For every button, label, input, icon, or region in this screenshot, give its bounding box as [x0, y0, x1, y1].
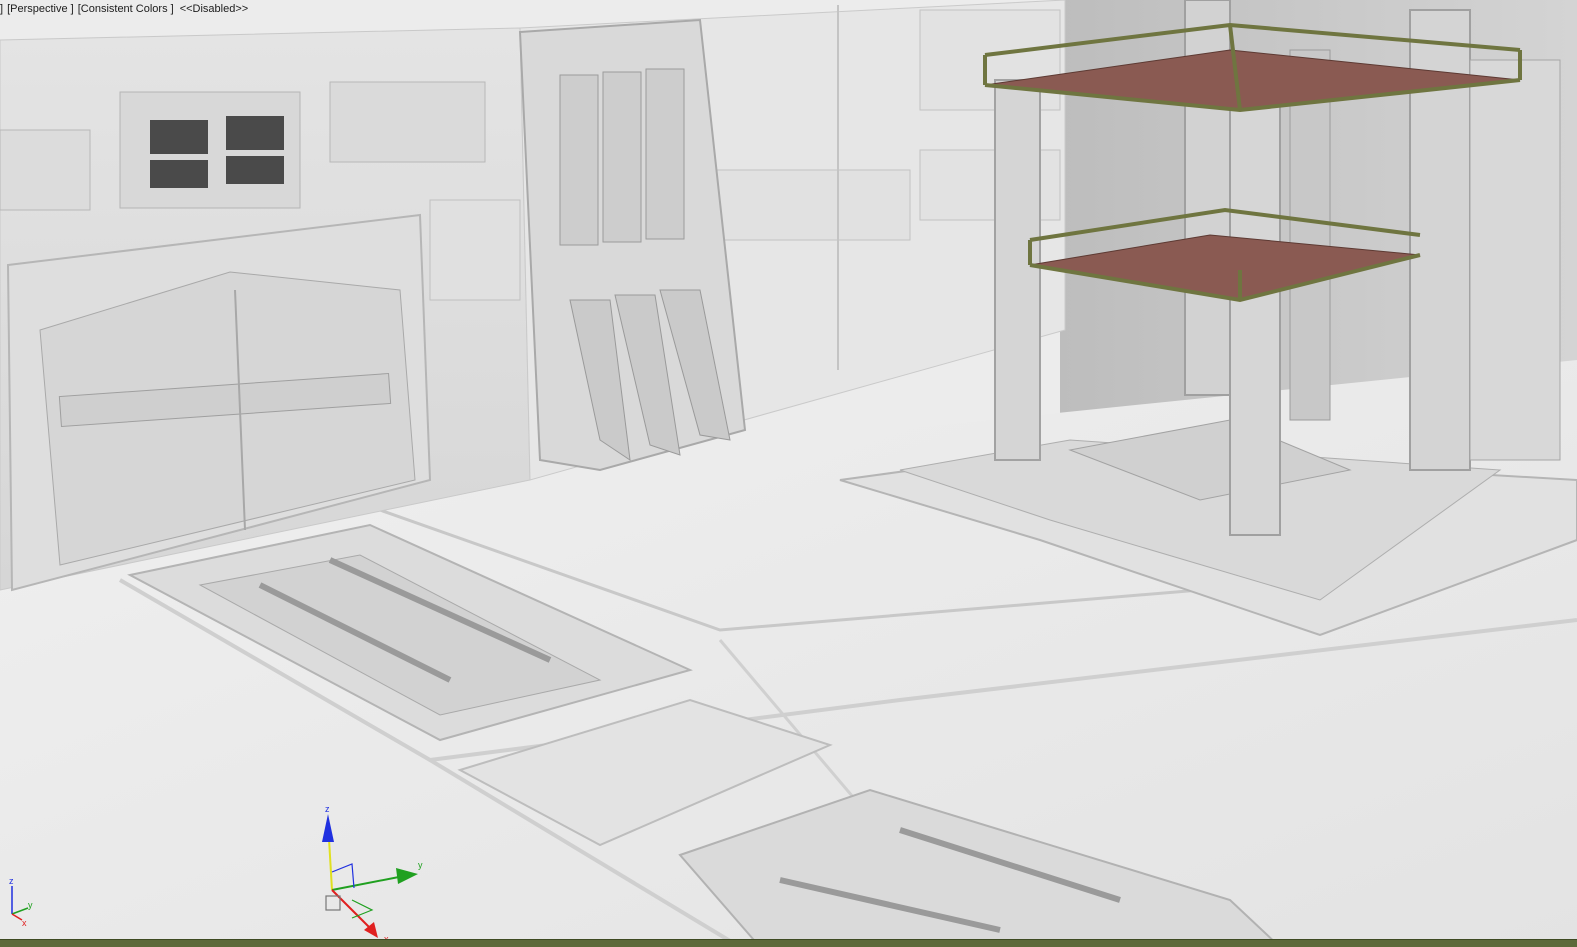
axis-tripod: z y x — [9, 876, 33, 927]
viewport-shading-label[interactable]: [Consistent Colors ] — [78, 3, 174, 15]
tripod-y-label: y — [28, 900, 33, 910]
gizmo-y-arrow[interactable] — [396, 868, 418, 884]
viewport-bottom-border — [0, 939, 1577, 947]
viewport-label: ] [Perspective ] [Consistent Colors ] <<Dis… — [0, 3, 252, 15]
viewport-menu-label[interactable]: ] — [0, 3, 3, 15]
viewport-perspective[interactable]: ] [Perspective ] [Consistent Colors ] <<Dis… — [0, 0, 1577, 947]
gizmo-y-label: y — [418, 860, 423, 870]
gizmo-z-arrow[interactable] — [322, 814, 334, 842]
gizmo-y-axis[interactable] — [331, 875, 405, 891]
gizmo-plane-xy[interactable] — [331, 863, 355, 889]
tripod-x-label: x — [22, 918, 27, 927]
viewport-state-label[interactable]: <<Disabled>> — [180, 3, 249, 15]
tripod-z-label: z — [9, 876, 14, 886]
scene-render[interactable] — [0, 0, 1577, 947]
gizmo-plane-handle[interactable] — [325, 895, 341, 911]
transform-gizmo[interactable]: z y x — [292, 800, 442, 947]
viewport-view-label[interactable]: [Perspective ] — [7, 3, 74, 15]
gizmo-z-label: z — [325, 804, 330, 814]
gizmo-plane-xz[interactable] — [351, 899, 374, 919]
